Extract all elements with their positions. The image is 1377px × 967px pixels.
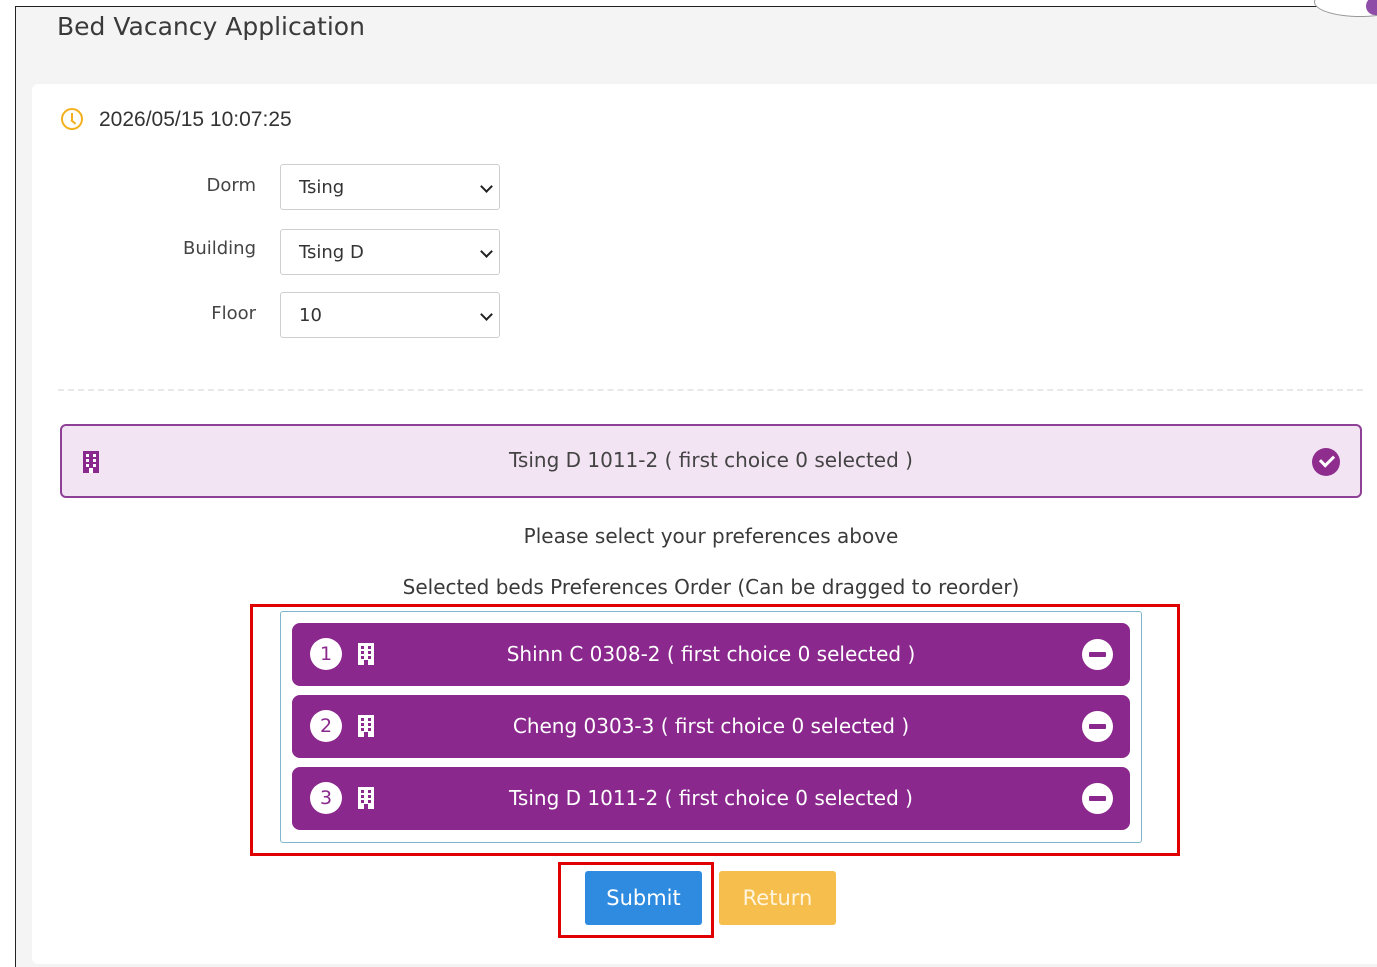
remove-icon[interactable]	[1082, 711, 1113, 742]
dorm-label: Dorm	[206, 175, 257, 196]
preference-item-1[interactable]: 1 Shinn C 0308-2 ( first choice 0 select…	[292, 623, 1130, 686]
preference-item-3[interactable]: 3 Tsing D 1011-2 ( first choice 0 select…	[292, 767, 1130, 830]
chevron-down-icon	[480, 245, 493, 258]
bed-option-label: Tsing D 1011-2 ( first choice 0 selected…	[509, 448, 913, 472]
clock-icon	[61, 108, 83, 130]
remove-icon[interactable]	[1082, 783, 1113, 814]
preference-label: Cheng 0303-3 ( first choice 0 selected )	[512, 714, 910, 738]
submit-button[interactable]: Submit	[585, 871, 702, 925]
remove-icon[interactable]	[1082, 639, 1113, 670]
dorm-select-value: Tsing	[299, 177, 345, 198]
chevron-down-icon	[480, 308, 493, 321]
section-divider	[58, 389, 1363, 391]
preference-label: Tsing D 1011-2 ( first choice 0 selected…	[509, 786, 913, 810]
return-button[interactable]: Return	[719, 871, 836, 925]
dorm-select[interactable]: Tsing	[280, 164, 500, 210]
floor-select-value: 10	[299, 305, 322, 326]
building-select[interactable]: Tsing D	[280, 229, 500, 275]
select-prompt: Please select your preferences above	[523, 524, 899, 548]
current-time: 2026/05/15 10:07:25	[99, 108, 292, 131]
building-label: Building	[182, 238, 256, 259]
preferences-order-title: Selected beds Preferences Order (Can be …	[402, 575, 1020, 599]
page-title: Bed Vacancy Application	[57, 12, 365, 41]
preference-item-2[interactable]: 2 Cheng 0303-3 ( first choice 0 selected…	[292, 695, 1130, 758]
chevron-down-icon	[480, 180, 493, 193]
floor-select[interactable]: 10	[280, 292, 500, 338]
check-circle-icon[interactable]	[1312, 448, 1340, 476]
preferences-list: 1 Shinn C 0308-2 ( first choice 0 select…	[280, 611, 1142, 843]
floor-label: Floor	[211, 303, 256, 324]
bed-option-card[interactable]: Tsing D 1011-2 ( first choice 0 selected…	[60, 424, 1362, 498]
preference-label: Shinn C 0308-2 ( first choice 0 selected…	[506, 642, 916, 666]
building-select-value: Tsing D	[299, 242, 364, 263]
